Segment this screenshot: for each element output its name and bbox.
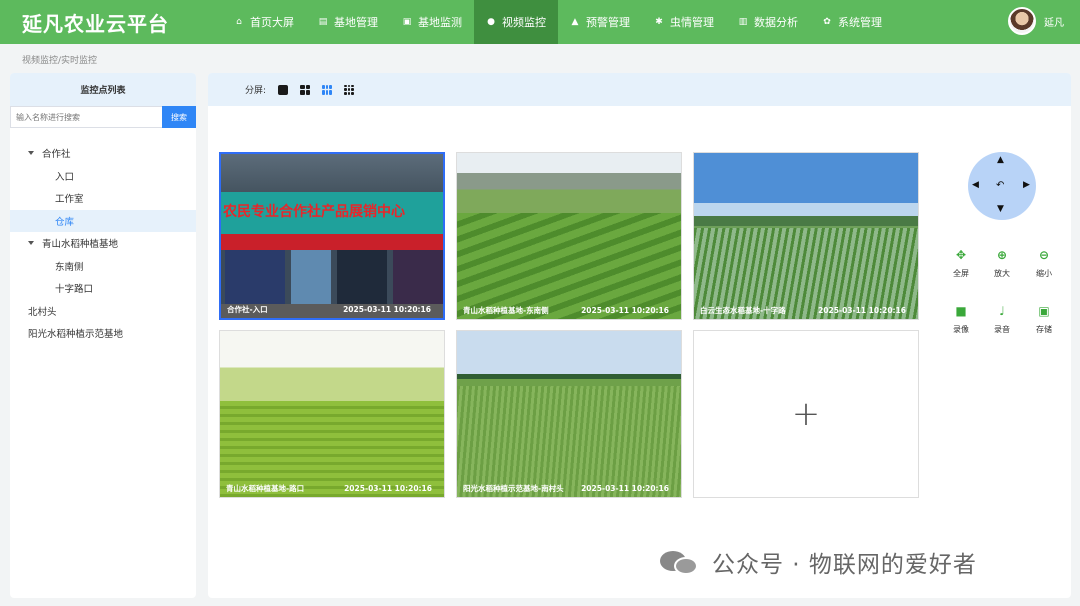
- nav-system-management[interactable]: ✿ 系统管理: [810, 0, 894, 44]
- zoom-in-icon: ⊕: [996, 248, 1008, 262]
- tree-node-crossroad[interactable]: 十字路口: [10, 277, 196, 300]
- tree-node-north-village[interactable]: 北村头: [10, 300, 196, 323]
- zoom-out-button[interactable]: ⊖ 缩小: [1027, 248, 1061, 279]
- split-1-button[interactable]: [278, 84, 289, 95]
- nav-data-analysis[interactable]: ▥ 数据分析: [726, 0, 810, 44]
- video-name: 白云生态水稻基地-十字路: [700, 305, 786, 315]
- zoom-out-icon: ⊖: [1038, 248, 1050, 262]
- split-label: 分屏:: [245, 86, 267, 96]
- video-cell[interactable]: 阳光水稻种植示范基地-南村头 2025-03-11 10:20:16: [456, 330, 682, 498]
- video-feed-storefront: 农民专业合作社产品展销中心: [221, 154, 443, 318]
- ptz-down-button[interactable]: ▼: [997, 204, 1004, 214]
- monitor-icon: ▣: [402, 17, 412, 27]
- video-cell[interactable]: 农民专业合作社产品展销中心 合作社-入口 2025-03-11 10:20:16: [219, 152, 445, 320]
- video-name: 青山水稻种植基地-路口: [226, 483, 305, 493]
- alarm-icon: ▲: [571, 17, 579, 27]
- watermark-text: 公众号 · 物联网的爱好者: [712, 552, 977, 578]
- video-cell[interactable]: 青山水稻种植基地-路口 2025-03-11 10:20:16: [219, 330, 445, 498]
- add-video-icon[interactable]: +: [792, 397, 821, 431]
- video-feed-demo-base: [457, 331, 681, 497]
- tree-node-studio[interactable]: 工作室: [10, 187, 196, 210]
- video-caption: 白云生态水稻基地-十字路 2025-03-11 10:20:16: [694, 301, 918, 319]
- ptz-up-button[interactable]: ▲: [997, 155, 1004, 165]
- video-caption: 青山水稻种植基地-路口 2025-03-11 10:20:16: [220, 479, 444, 497]
- chart-icon: ▥: [738, 17, 748, 27]
- nav-base-monitoring[interactable]: ▣ 基地监测: [390, 0, 474, 44]
- fullscreen-button[interactable]: ✥ 全屏: [944, 248, 978, 279]
- gear-icon: ✿: [823, 17, 831, 27]
- watermark: 公众号 · 物联网的爱好者: [660, 545, 977, 579]
- tree-node-qingshan-base[interactable]: 青山水稻种植基地: [10, 232, 196, 255]
- video-name: 合作社-入口: [227, 304, 268, 314]
- nav-video-monitoring[interactable]: ● 视频监控: [474, 0, 558, 44]
- tree-node-warehouse[interactable]: 仓库: [10, 209, 196, 232]
- breadcrumb: 视频监控/实时监控: [22, 56, 98, 66]
- video-cell[interactable]: 青山水稻种植基地-东南侧 2025-03-11 10:20:16: [456, 152, 682, 320]
- record-audio-button[interactable]: ♩ 录音: [985, 304, 1019, 335]
- video-name: 青山水稻种植基地-东南侧: [463, 305, 549, 315]
- user-menu[interactable]: 延凡: [1008, 7, 1064, 35]
- record-video-button[interactable]: ■ 录像: [944, 304, 978, 335]
- search-bar: 搜索: [10, 106, 196, 128]
- nav-alarm-management[interactable]: ▲ 预警管理: [558, 0, 642, 44]
- split-6-button[interactable]: [322, 84, 333, 95]
- video-timestamp: 2025-03-11 10:20:16: [344, 483, 432, 493]
- video-timestamp: 2025-03-11 10:20:16: [581, 483, 669, 493]
- user-name: 延凡: [1044, 17, 1064, 29]
- search-input[interactable]: [10, 106, 162, 128]
- tree-node-cooperative[interactable]: 合作社: [10, 142, 196, 165]
- microphone-icon: ♩: [999, 304, 1005, 318]
- location-icon: ●: [487, 17, 495, 27]
- video-caption: 合作社-入口 2025-03-11 10:20:16: [221, 300, 443, 318]
- video-cell[interactable]: 白云生态水稻基地-十字路 2025-03-11 10:20:16: [693, 152, 919, 320]
- nav-base-management[interactable]: ▤ 基地管理: [306, 0, 390, 44]
- fullscreen-icon: ✥: [955, 248, 967, 262]
- tree-node-sunshine-base[interactable]: 阳光水稻种植示范基地: [10, 322, 196, 345]
- storefront-sign: 农民专业合作社产品展销中心: [223, 204, 405, 220]
- video-record-icon: ■: [955, 304, 967, 318]
- bug-icon: ✱: [655, 17, 663, 27]
- map-icon: ▤: [318, 17, 328, 27]
- split-4-button[interactable]: [300, 84, 311, 95]
- app-title: 延凡农业云平台: [22, 12, 169, 36]
- video-timestamp: 2025-03-11 10:20:16: [343, 304, 431, 314]
- caret-down-icon[interactable]: [28, 241, 34, 246]
- avatar[interactable]: [1008, 7, 1036, 35]
- save-icon: ▣: [1038, 304, 1050, 318]
- nav-pest-management[interactable]: ✱ 虫情管理: [642, 0, 726, 44]
- monitor-tree: 合作社 入口 工作室 仓库 青山水稻种植基地 东南侧 十字路口 北村头 阳光水稻…: [10, 142, 196, 345]
- video-feed-paddy: [694, 153, 918, 319]
- video-caption: 阳光水稻种植示范基地-南村头 2025-03-11 10:20:16: [457, 479, 681, 497]
- top-navbar: 延凡农业云平台 ⌂ 首页大屏 ▤ 基地管理 ▣ 基地监测 ● 视频监控 ▲ 预警管理 ✱ 虫…: [0, 0, 1080, 44]
- video-caption: 青山水稻种植基地-东南侧 2025-03-11 10:20:16: [457, 301, 681, 319]
- video-timestamp: 2025-03-11 10:20:16: [581, 305, 669, 315]
- tree-node-southeast[interactable]: 东南侧: [10, 255, 196, 278]
- zoom-in-button[interactable]: ⊕ 放大: [985, 248, 1019, 279]
- ptz-right-button[interactable]: ▶: [1023, 180, 1030, 190]
- split-9-button[interactable]: [344, 84, 355, 95]
- tree-node-entrance[interactable]: 入口: [10, 165, 196, 188]
- ptz-reset-button[interactable]: ↶: [996, 180, 1004, 191]
- nav-home[interactable]: ⌂ 首页大屏: [222, 0, 306, 44]
- ptz-control: ▲ ▼ ◀ ▶ ↶: [968, 152, 1036, 220]
- empty-video-slot[interactable]: +: [693, 330, 919, 498]
- search-button[interactable]: 搜索: [162, 106, 196, 128]
- split-toolbar: 分屏:: [208, 73, 1071, 106]
- video-feed-field: [457, 153, 681, 319]
- wechat-icon: [660, 547, 702, 577]
- video-name: 阳光水稻种植示范基地-南村头: [463, 483, 564, 493]
- panel-title: 监控点列表: [10, 73, 196, 106]
- video-timestamp: 2025-03-11 10:20:16: [818, 305, 906, 315]
- monitor-point-panel: 监控点列表 搜索 合作社 入口 工作室 仓库 青山水稻种植基地 东南侧 十字路口…: [10, 73, 196, 598]
- ptz-left-button[interactable]: ◀: [972, 180, 979, 190]
- save-button[interactable]: ▣ 存储: [1027, 304, 1061, 335]
- caret-down-icon[interactable]: [28, 151, 34, 156]
- main-nav: ⌂ 首页大屏 ▤ 基地管理 ▣ 基地监测 ● 视频监控 ▲ 预警管理 ✱ 虫情管理 ▥ 数据分…: [222, 0, 894, 44]
- home-icon: ⌂: [236, 17, 242, 27]
- video-feed-rice-field: [220, 331, 444, 497]
